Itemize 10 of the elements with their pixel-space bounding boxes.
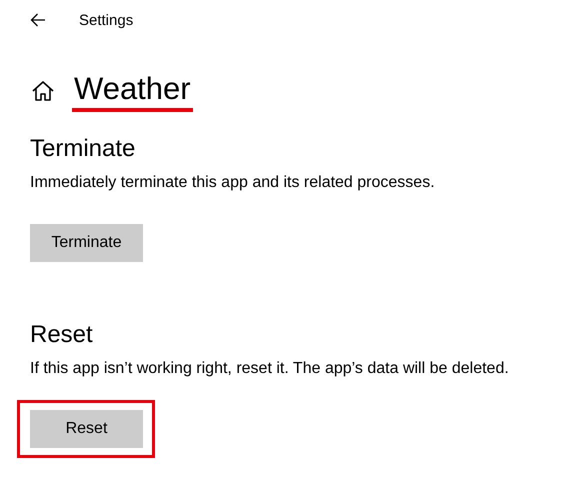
section-description: Immediately terminate this app and its related processes. bbox=[30, 173, 436, 193]
action-button[interactable]: Reset bbox=[30, 410, 143, 448]
section-heading: Terminate bbox=[30, 134, 136, 164]
back-icon[interactable] bbox=[30, 13, 46, 27]
window-title: Settings bbox=[79, 12, 134, 28]
action-button[interactable]: Terminate bbox=[30, 224, 143, 262]
home-icon[interactable] bbox=[32, 81, 54, 101]
section-description: If this app isn’t working right, reset it. The app’s data will be deleted. bbox=[30, 359, 510, 379]
page-title: Weather bbox=[72, 70, 193, 112]
section-heading: Reset bbox=[30, 320, 94, 350]
